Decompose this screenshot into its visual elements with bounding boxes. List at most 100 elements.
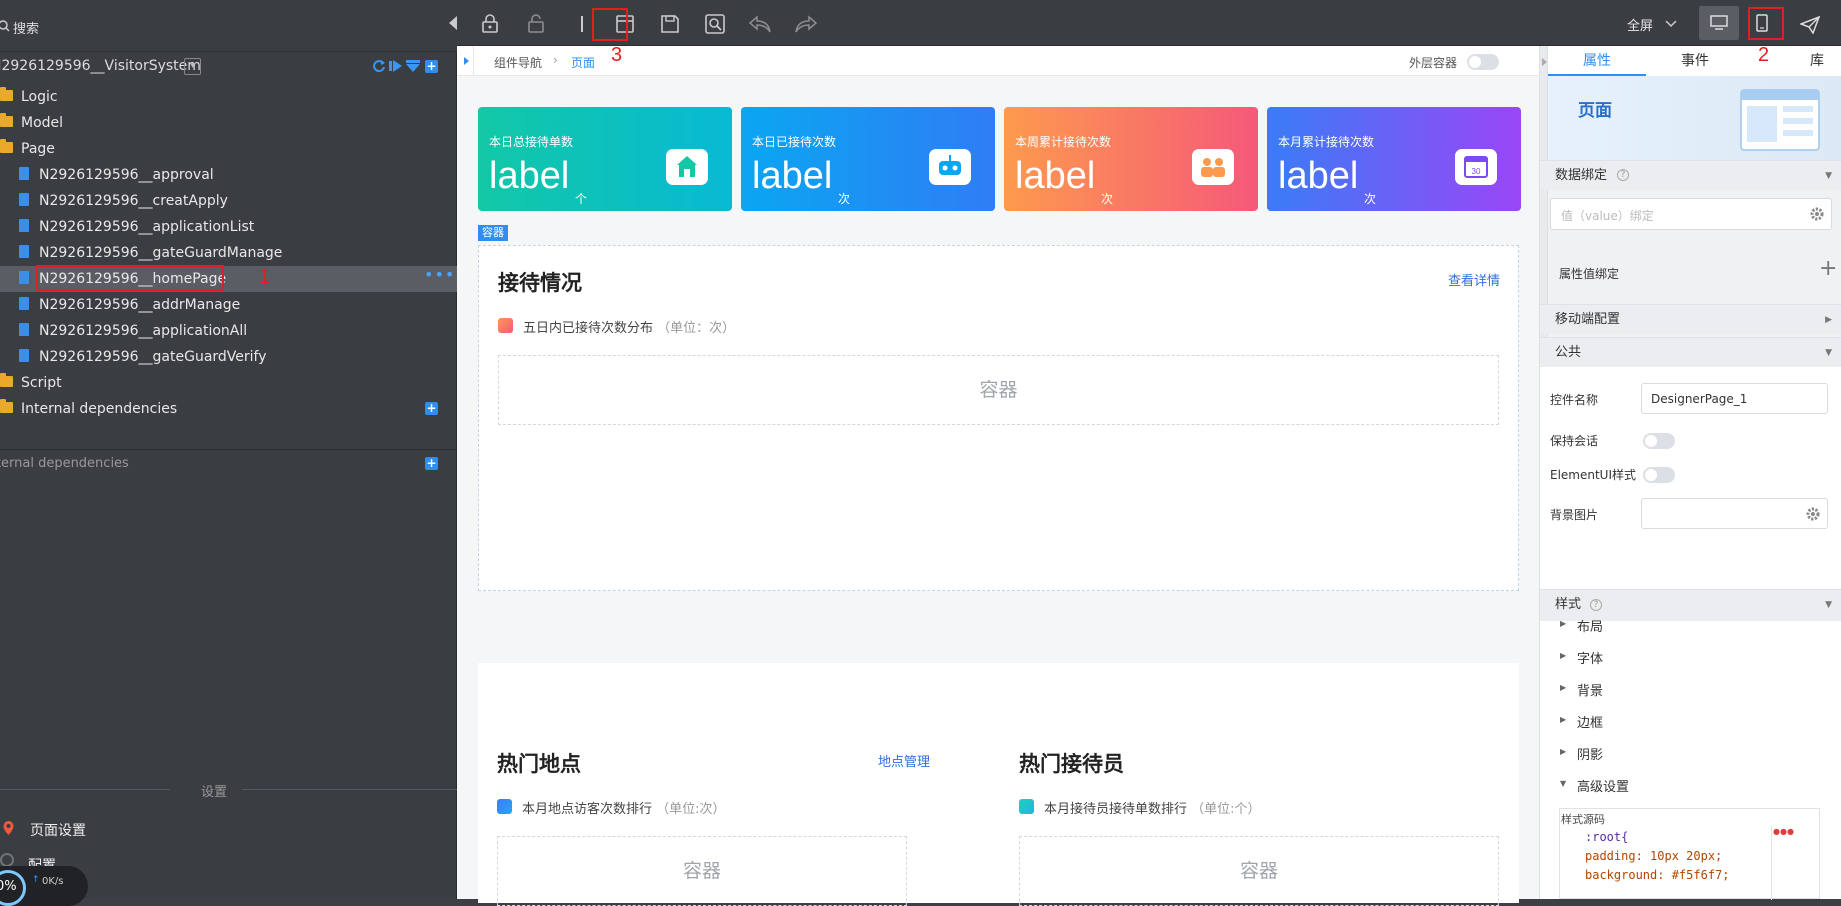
component-title: 页面 [1578,101,1612,121]
file-icon [19,193,29,206]
control-name-input[interactable]: DesignerPage_1 [1641,383,1828,414]
breadcrumb-root[interactable]: 组件导航 [494,54,542,71]
external-deps[interactable]: External dependencies [0,456,191,471]
undo-icon[interactable] [747,11,773,37]
tree-item[interactable]: Internal dependencies + [0,396,457,422]
outer-container-toggle[interactable] [1467,54,1499,70]
legend-swatch [497,799,512,814]
tree-item[interactable]: Model [0,110,457,136]
stat-card[interactable]: 本周累计接待次数 label 次 [1004,107,1258,211]
designer-toolbar: 全屏 [449,0,1841,46]
add-icon[interactable]: + [425,60,438,73]
style-source-editor[interactable]: 样式源码 ●●● :root{ padding: 10px 20px; back… [1559,808,1820,900]
settings-title: 设置 [201,785,228,800]
data-binding-section[interactable]: 数据绑定 ? ▼ [1540,160,1841,190]
unlock-icon[interactable] [523,11,549,37]
stat-card[interactable]: 本日已接待次数 label 次 [741,107,995,211]
stat-card[interactable]: 本日总接待单数 label 个 [478,107,732,211]
hot-places-unit: （单位:次） [656,802,726,817]
folder-icon [0,113,13,127]
add-external-dep-icon[interactable]: + [425,457,438,470]
chevron-right-icon: ▶ [1560,651,1567,660]
collapse-icon[interactable]: ▼ [1825,338,1832,368]
page-settings[interactable]: 页面设置 [30,820,86,840]
project-dropdown-icon[interactable]: ▾ [184,58,201,75]
collapse-icon[interactable]: ▼ [1825,161,1832,191]
search-bar[interactable]: 搜索 [0,0,457,52]
bg-image-input[interactable] [1641,498,1828,529]
annotation-box-1 [36,265,224,291]
stat-card[interactable]: 本月累计接待次数 label 次 30 [1267,107,1521,211]
hot-receptionists-container-placeholder[interactable]: 容器 [1019,836,1499,906]
value-binding-input[interactable]: 值（value）绑定 [1550,198,1832,230]
expand-left-handle[interactable] [457,46,474,76]
mobile-config-section[interactable]: 移动端配置 ▶ [1540,304,1841,334]
desktop-view-button[interactable] [1699,6,1739,40]
file-icon [19,323,29,336]
legend-swatch [498,318,513,333]
style-item-label: 阴影 [1577,748,1604,763]
tree-item[interactable]: N2926129596__approval [0,162,457,188]
more-icon[interactable]: ••• [424,262,455,288]
control-name-label: 控件名称 [1550,393,1599,407]
chevron-right-icon: ▶ [1560,715,1567,724]
tree-item[interactable]: N2926129596__applicationAll [0,318,457,344]
page-illustration-icon [1740,89,1820,151]
tree-item[interactable]: N2926129596__gateGuardManage [0,240,457,266]
tree-item[interactable]: Script [0,370,457,396]
preview-icon[interactable] [702,11,728,37]
help-icon: ? [1617,169,1629,181]
breadcrumb-current[interactable]: 页面 [571,54,595,71]
hot-places-container-placeholder[interactable]: 容器 [497,836,907,906]
reception-panel[interactable]: 接待情况 查看详情 五日内已接待次数分布 （单位：次） 容器 [478,245,1519,591]
chevron-down-icon[interactable] [1665,20,1677,28]
tree-item-label: Internal dependencies [21,401,178,417]
refresh-icon[interactable] [372,59,386,73]
tab-events[interactable]: 事件 [1646,46,1744,76]
speed-value: 0K/s [42,876,64,887]
lock-icon[interactable] [477,11,503,37]
style-item-label: 背景 [1577,684,1604,699]
hot-receptionists-unit: （单位:个） [1191,802,1261,817]
prop-binding-label: 属性值绑定 [1559,267,1620,281]
tree-item-label: N2926129596__addrManage [39,297,241,313]
add-internal-dep-icon[interactable]: + [425,402,438,415]
tree-item[interactable]: N2926129596__gateGuardVerify [0,344,457,370]
filter-icon[interactable] [406,59,420,73]
stat-card-value: label [489,155,570,197]
tree-item[interactable]: N2926129596__creatApply [0,188,457,214]
collapse-left-icon[interactable] [449,16,458,30]
expand-right-icon[interactable]: ▶ [1825,305,1832,335]
tab-properties[interactable]: 属性 [1548,46,1646,76]
hot-receptionists-title: 热门接待员 [1019,752,1124,776]
elementui-style-toggle[interactable] [1643,467,1675,483]
project-name[interactable]: N2926129596__VisitorSystem [0,58,201,74]
mobile-config-label: 移动端配置 [1555,312,1621,327]
add-prop-binding-icon[interactable]: + [1819,256,1837,281]
tree-item[interactable]: Logic [0,84,457,110]
save-icon[interactable] [657,11,683,37]
keep-session-toggle[interactable] [1643,433,1675,449]
stat-card-title: 本周累计接待次数 [1015,135,1112,149]
gear-icon[interactable] [1806,507,1820,521]
common-section[interactable]: 公共 ▼ [1540,337,1841,367]
gear-icon[interactable] [1810,207,1824,221]
tree-item[interactable]: N2926129596__applicationList [0,214,457,240]
style-item-label: 高级设置 [1577,780,1630,795]
search-icon [0,20,10,32]
expand-icon [1542,58,1547,66]
redo-icon[interactable] [793,11,819,37]
reception-container-placeholder[interactable]: 容器 [498,355,1499,425]
collapse-icon[interactable]: ▼ [1825,590,1832,620]
keep-session-label: 保持会话 [1550,434,1599,448]
tree-item[interactable]: Page [0,136,457,162]
tree-item[interactable]: N2926129596__addrManage [0,292,457,318]
home-icon [666,149,708,185]
place-manage-link[interactable]: 地点管理 [878,751,930,770]
fullscreen-select[interactable]: 全屏 [1627,15,1653,34]
run-icon[interactable] [389,59,403,73]
reception-title: 接待情况 [498,271,582,295]
tree-item-label: N2926129596__gateGuardVerify [39,349,267,365]
view-details-link[interactable]: 查看详情 [1448,270,1500,289]
publish-icon[interactable] [1800,16,1820,34]
